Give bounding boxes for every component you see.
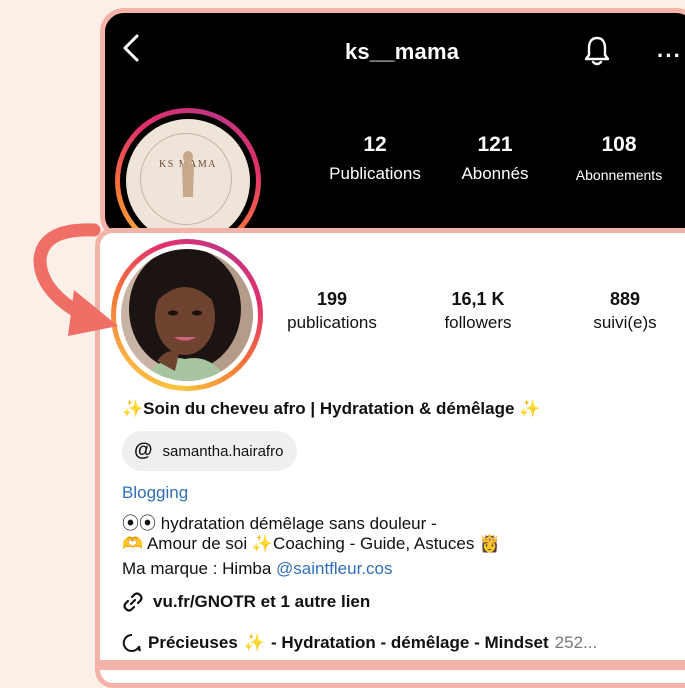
brand-logo: KS MAMA [126,119,250,235]
profile-nav-bar: ks__mama ··· [105,13,685,85]
stat-publications[interactable]: 199 publications [272,289,392,333]
stat-following[interactable]: 889 suivi(e)s [570,289,680,333]
bio-line-2: 🫶 Amour de soi ✨Coaching - Guide, Astuce… [122,534,501,553]
sparkles-icon: ✨ [519,399,541,418]
sparkles-icon: ✨ [122,399,144,418]
stat-followers[interactable]: 16,1 K followers [418,289,538,333]
profile-avatar[interactable] [111,239,263,391]
threads-icon: @ [134,440,153,461]
chevron-left-icon[interactable] [119,33,143,63]
bio-line-1: ⦿⦿ hydratation démêlage sans douleur - [122,514,437,533]
woman-crown-icon: 👸 [479,534,501,553]
bio-link-text: vu.fr/GNOTR et 1 autre lien [153,592,371,611]
threads-chat-icon [122,633,141,652]
curved-arrow-icon [33,223,118,336]
heart-hands-icon: 🫶 [122,534,144,553]
stat-following[interactable]: 108 Abonnements [560,133,678,183]
more-options-icon[interactable]: ··· [657,43,682,69]
brand-mention-link[interactable]: @saintfleur.cos [276,559,392,578]
threads-handle: samantha.hairafro [162,442,284,460]
bio-title: ✨Soin du cheveu afro | Hydratation & dém… [122,399,541,418]
profile-photo [121,249,253,381]
highlight-count: 252... [554,633,598,652]
threads-badge[interactable]: @ samantha.hairafro [122,431,298,471]
stat-followers[interactable]: 121 Abonnés [445,133,545,184]
link-icon [123,592,143,612]
bio-line-3: Ma marque : Himba @saintfleur.cos [122,559,393,578]
card-bottom-edge [95,660,685,670]
stat-publications[interactable]: 12 Publications [320,133,430,184]
profile-category: Blogging [122,483,189,502]
story-avatar[interactable]: KS MAMA [115,108,261,235]
bell-icon[interactable] [583,35,611,67]
bio-links[interactable]: vu.fr/GNOTR et 1 autre lien [122,591,370,613]
old-profile-card: ks__mama ··· KS MAMA 12 Publications 121… [100,8,685,240]
silhouette-icon [182,151,194,197]
new-profile-card: 199 publications 16,1 K followers 889 su… [95,228,685,688]
highlight-row[interactable]: Précieuses ✨ - Hydratation - démêlage - … [122,633,597,653]
eyes-icon: ⦿⦿ [122,514,156,533]
sparkles-icon: ✨ [243,633,265,652]
profile-username: ks__mama [345,39,460,64]
sparkles-icon: ✨ [251,534,274,553]
